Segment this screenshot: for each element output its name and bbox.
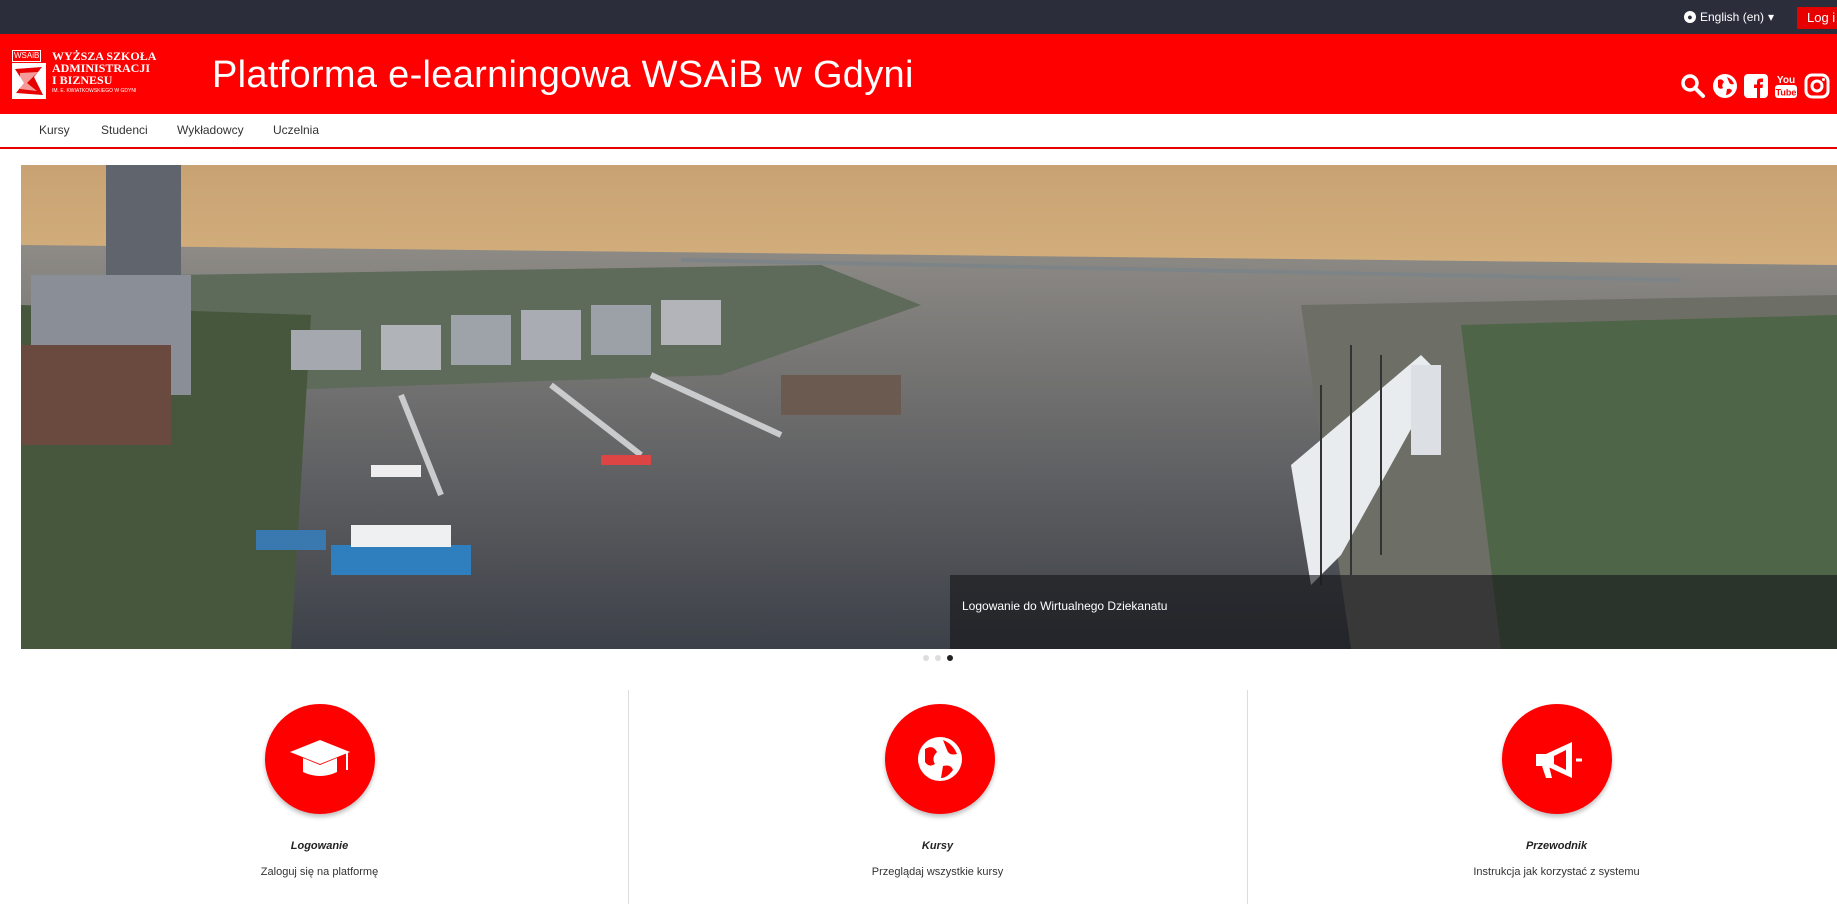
search-icon[interactable] [1680, 73, 1706, 103]
nav-item-uczelnia[interactable]: Uczelnia [273, 123, 319, 137]
logo-badge: WSAiB [12, 50, 42, 62]
language-label: English (en) [1700, 10, 1765, 24]
globe-icon[interactable] [1712, 73, 1738, 103]
globe-icon: ● [1684, 11, 1696, 23]
feature-description: Instrukcja jak korzystać z systemu [1473, 866, 1640, 878]
nav-item-studenci[interactable]: Studenci [101, 123, 148, 137]
nav-item-kursy[interactable]: Kursy [39, 123, 70, 137]
nav-item-wykladowcy[interactable]: Wykładowcy [177, 123, 244, 137]
language-menu[interactable]: ● English (en) ▾ [1684, 10, 1774, 24]
carousel-caption: Logowanie do Wirtualnego Dziekanatu [950, 575, 1837, 649]
site-title[interactable]: Platforma e-learningowa WSAiB w Gdyni [212, 54, 914, 97]
caret-down-icon: ▾ [1768, 10, 1775, 24]
feature-description: Zaloguj się na platformę [260, 866, 379, 878]
logo-line-4: IM. E. KWIATKOWSKIEGO W GDYNI [52, 88, 137, 94]
carousel-dot[interactable] [935, 655, 941, 661]
carousel-dot[interactable] [923, 655, 929, 661]
top-bar: ● English (en) ▾ Log i [0, 0, 1837, 34]
main-nav: Kursy Studenci Wykładowcy Uczelnia [0, 114, 1837, 149]
feature-row: Logowanie Zaloguj się na platformę Kursy… [0, 690, 1837, 904]
feature-circle[interactable] [885, 704, 995, 814]
logo-line-3: I BIZNESU [52, 73, 113, 87]
instagram-icon[interactable] [1804, 73, 1830, 103]
feature-title: Logowanie [290, 840, 349, 852]
graduation-cap-icon [290, 740, 350, 776]
feature-title: Przewodnik [1525, 840, 1588, 852]
youtube-icon[interactable]: You Tube [1774, 72, 1798, 104]
login-button[interactable]: Log i [1797, 7, 1837, 29]
feature-circle[interactable] [1502, 704, 1612, 814]
carousel-indicators [923, 655, 953, 661]
feature-circle[interactable] [265, 704, 375, 814]
facebook-icon[interactable] [1744, 74, 1768, 102]
feature-logowanie[interactable]: Logowanie Zaloguj się na platformę [11, 690, 628, 904]
svg-text:You: You [1777, 75, 1795, 86]
carousel-caption-text: Logowanie do Wirtualnego Dziekanatu [962, 599, 1168, 613]
carousel-dot-active[interactable] [947, 655, 953, 661]
feature-description: Przeglądaj wszystkie kursy [871, 866, 1004, 878]
megaphone-icon [1536, 742, 1582, 778]
logo-mark-icon [12, 63, 46, 99]
svg-text:Tube: Tube [1776, 88, 1797, 98]
feature-przewodnik[interactable]: Przewodnik Instrukcja jak korzystać z sy… [1247, 690, 1837, 904]
feature-kursy[interactable]: Kursy Przeglądaj wszystkie kursy [628, 690, 1246, 904]
feature-title: Kursy [921, 840, 954, 852]
university-logo[interactable]: WSAiB WYŻSZA SZKOŁA ADMINISTRACJI I BIZN… [12, 50, 162, 102]
globe-icon [918, 737, 962, 781]
header-icons: You Tube [1680, 72, 1830, 104]
